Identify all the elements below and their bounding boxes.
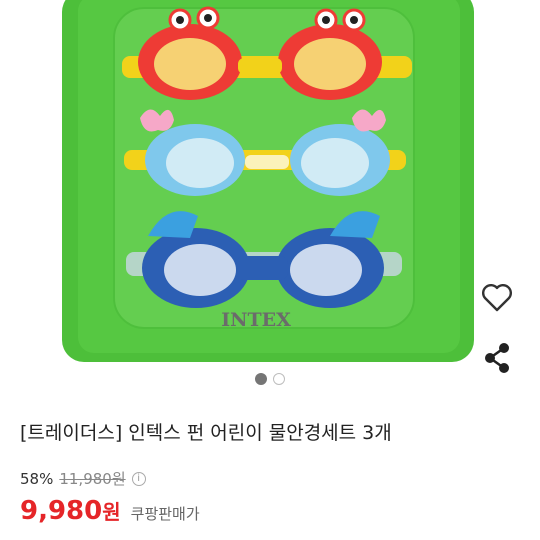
discount-rate: 58% [20,469,54,488]
sale-price: 9,980 [20,496,103,526]
sale-price-row: 9,980 원 쿠팡판매가 [20,496,200,526]
wishlist-button[interactable] [477,278,517,318]
product-title: [트레이더스] 인텍스 펀 어린이 물안경세트 3개 [20,422,392,444]
share-button[interactable] [477,338,517,378]
product-image[interactable]: INTEX [0,0,540,362]
sale-price-label: 쿠팡판매가 [130,505,200,523]
info-icon[interactable]: i [131,471,146,486]
brand-text: INTEX [221,309,291,331]
carousel-pager [0,373,540,385]
product-photo: INTEX [62,0,474,362]
share-icon [485,343,509,373]
sale-price-unit: 원 [102,500,121,524]
carousel-dot[interactable] [273,373,285,385]
original-price-row: 58% 11,980원 i [20,468,146,489]
carousel-dot-active[interactable] [255,373,267,385]
original-price: 11,980원 [59,470,126,488]
heart-outline-icon [482,284,512,312]
